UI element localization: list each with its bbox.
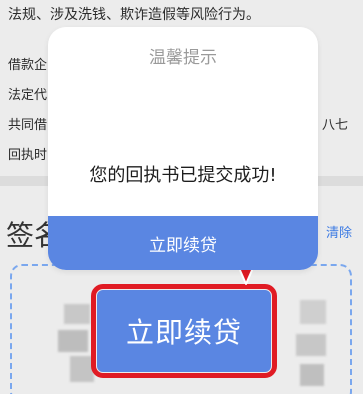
agreement-text-line: 法规、涉及洗钱、欺诈造假等风险行为。 <box>8 7 260 23</box>
blurred-signature-fragment <box>300 364 324 386</box>
blurred-signature-fragment <box>296 334 326 356</box>
borrower-company-label: 借款企 <box>8 58 48 73</box>
clear-signature-link[interactable]: 清除 <box>326 222 352 241</box>
blurred-signature-fragment <box>58 330 88 352</box>
blurred-signature-fragment <box>300 300 326 324</box>
co-borrower-value: 八七 <box>322 118 349 133</box>
dialog-message: 您的回执书已提交成功! <box>89 165 277 186</box>
co-borrower-label: 共同借 <box>8 118 48 133</box>
blurred-signature-fragment <box>64 304 90 324</box>
pointer-arrow-icon <box>238 268 254 285</box>
dialog-title: 温馨提示 <box>149 48 217 68</box>
legal-representative-label: 法定代 <box>8 88 48 103</box>
renew-loan-button[interactable]: 立即续贷 <box>48 216 318 270</box>
success-dialog: 温馨提示 您的回执书已提交成功! 立即续贷 <box>48 27 318 270</box>
receipt-time-label: 回执时 <box>8 148 48 163</box>
renew-loan-highlight-button[interactable]: 立即续贷 <box>97 290 271 372</box>
